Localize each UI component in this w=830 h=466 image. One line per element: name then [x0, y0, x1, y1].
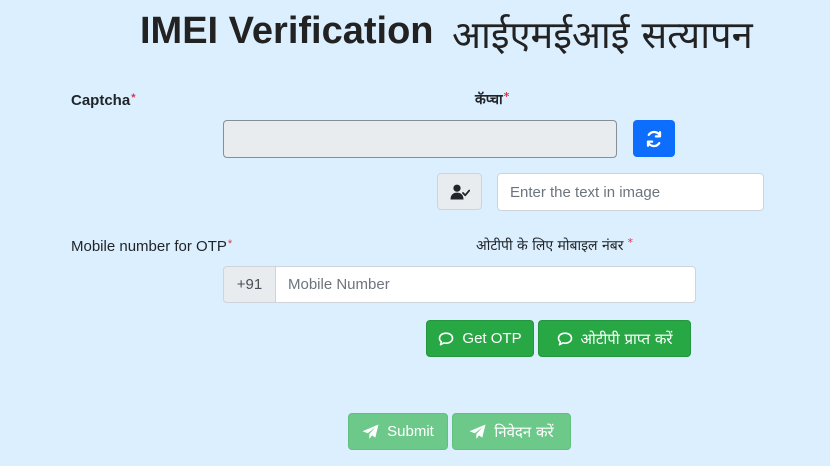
submit-button[interactable]: Submit [348, 413, 448, 450]
required-mark: * [627, 236, 633, 249]
mobile-label-hi-text: ओटीपी के लिए मोबाइल नंबर [476, 238, 624, 254]
refresh-icon [646, 130, 662, 147]
get-otp-hi-label: ओटीपी प्राप्त करें [580, 329, 673, 348]
chat-bubble-icon [557, 331, 573, 347]
get-otp-button[interactable]: Get OTP [426, 320, 534, 357]
get-otp-hi-button[interactable]: ओटीपी प्राप्त करें [538, 320, 691, 357]
captcha-label-hi-text: कॅप्चा [475, 92, 503, 108]
user-check-addon [437, 173, 482, 210]
page-title-en: IMEI Verification [140, 10, 434, 52]
required-mark: * [131, 92, 136, 104]
submit-label: Submit [387, 423, 434, 440]
mobile-label-hi: ओटीपी के लिए मोबाइल नंबर * [476, 236, 633, 255]
captcha-label-text: Captcha [71, 92, 131, 109]
paper-plane-icon [469, 424, 486, 440]
submit-hi-button[interactable]: निवेदन करें [452, 413, 571, 450]
page-title-hi: आईएमईआई सत्यापन [452, 13, 753, 57]
submit-hi-label: निवेदन करें [494, 422, 554, 441]
refresh-captcha-button[interactable] [633, 120, 675, 157]
chat-bubble-icon [438, 331, 454, 347]
get-otp-label: Get OTP [462, 330, 522, 347]
required-mark: * [227, 238, 233, 250]
paper-plane-icon [362, 424, 379, 440]
captcha-image [223, 120, 617, 158]
captcha-label-en: Captcha* [71, 92, 135, 109]
required-mark: * [503, 90, 510, 103]
captcha-label-hi: कॅप्चा* [475, 90, 509, 109]
country-code-prefix: +91 [223, 266, 276, 303]
user-check-icon [450, 184, 470, 199]
mobile-number-input[interactable] [275, 266, 696, 303]
mobile-label-en: Mobile number for OTP* [71, 238, 232, 255]
mobile-label-text: Mobile number for OTP [71, 238, 227, 255]
captcha-input[interactable] [497, 173, 764, 211]
